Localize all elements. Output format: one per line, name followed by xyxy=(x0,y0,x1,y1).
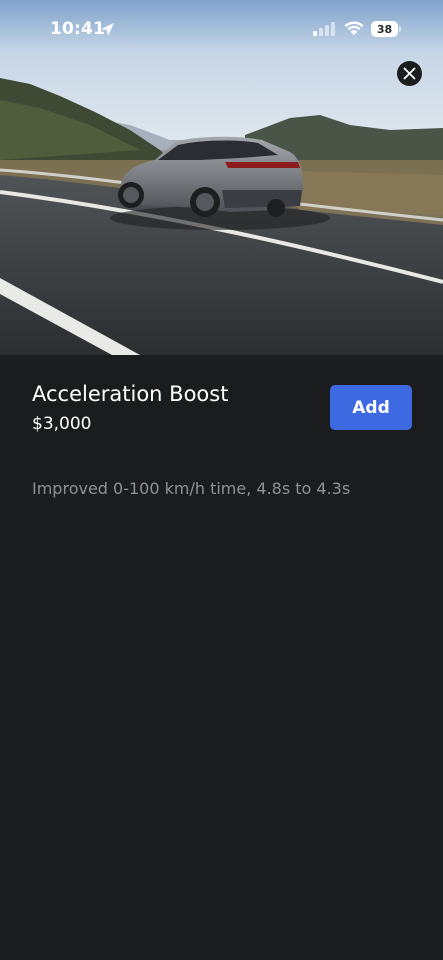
status-time: 10:41 xyxy=(50,19,106,39)
battery-level: 38 xyxy=(371,21,398,37)
upgrade-description: Improved 0-100 km/h time, 4.8s to 4.3s xyxy=(32,479,351,498)
close-icon xyxy=(403,67,416,80)
add-button[interactable]: Add xyxy=(330,385,412,430)
cellular-signal-icon xyxy=(313,22,335,36)
upgrade-title: Acceleration Boost xyxy=(32,382,229,406)
status-bar: 10:41 38 xyxy=(0,0,443,60)
wifi-icon xyxy=(344,21,364,35)
battery-icon: 38 xyxy=(371,21,401,37)
battery-tip xyxy=(399,26,401,32)
close-button[interactable] xyxy=(397,61,422,86)
upgrade-price: $3,000 xyxy=(32,414,92,434)
location-arrow-icon xyxy=(101,23,114,36)
